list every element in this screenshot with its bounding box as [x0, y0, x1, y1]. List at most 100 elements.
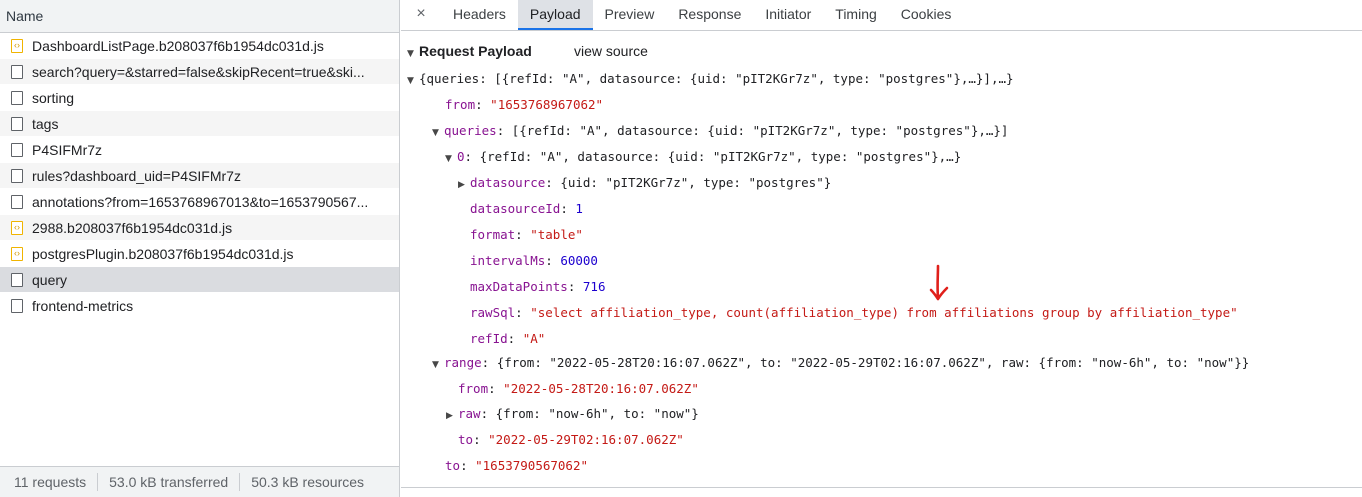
resources-size: 50.3 kB resources — [251, 474, 365, 490]
document-icon — [11, 142, 23, 157]
property-value: "table" — [530, 227, 583, 242]
document-icon — [11, 272, 23, 287]
view-source-link[interactable]: view source — [574, 38, 648, 64]
request-row[interactable]: DashboardListPage.b208037f6b1954dc031d.j… — [0, 33, 399, 59]
status-divider — [97, 473, 99, 491]
request-name: tags — [32, 115, 59, 132]
tab-timing[interactable]: Timing — [823, 0, 889, 30]
payload-query-0-row[interactable]: ▼ 0: {refId: "A", datasource: {uid: "pIT2… — [445, 144, 961, 170]
request-name: postgresPlugin.b208037f6b1954dc031d.js — [32, 245, 294, 262]
request-row[interactable]: rules?dashboard_uid=P4SIFMr7z — [0, 163, 399, 189]
triangle-down-icon: ▼ — [432, 360, 439, 370]
property-value: "2022-05-29T02:16:07.062Z" — [488, 432, 684, 447]
payload-datasourceid-row: datasourceId: 1 — [470, 201, 583, 216]
triangle-down-icon: ▼ — [407, 49, 414, 59]
document-icon — [11, 194, 23, 209]
annotation-arrow-icon — [929, 264, 949, 301]
request-row[interactable]: sorting — [0, 85, 399, 111]
request-name: sorting — [32, 89, 75, 106]
property-value: "2022-05-28T20:16:07.062Z" — [503, 381, 699, 396]
payload-maxdatapoints-row: maxDataPoints: 716 — [470, 279, 606, 294]
request-name: annotations?from=1653768967013&to=165379… — [32, 193, 369, 210]
payload-queries-row[interactable]: ▼ queries: [{refId: "A", datasource: {uid… — [432, 118, 1008, 144]
payload-intervalms-row: intervalMs: 60000 — [470, 253, 598, 268]
property-key: maxDataPoints — [470, 279, 568, 294]
request-name: P4SIFMr7z — [32, 141, 103, 158]
document-icon — [11, 64, 23, 79]
details-tab-bar: × Headers Payload Preview Response Initiator… — [401, 0, 1362, 31]
triangle-down-icon: ▼ — [432, 128, 439, 138]
payload-datasource-row[interactable]: ▶ datasource: {uid: "pIT2KGr7z", type: "p… — [458, 170, 831, 196]
js-file-icon — [11, 246, 23, 261]
tab-cookies[interactable]: Cookies — [889, 0, 964, 30]
property-value: {from: "now-6h", to: "now"} — [495, 406, 699, 421]
request-row[interactable]: 2988.b208037f6b1954dc031d.js — [0, 215, 399, 241]
property-value: 1 — [575, 201, 583, 216]
property-key: 0 — [457, 149, 465, 164]
request-name: rules?dashboard_uid=P4SIFMr7z — [32, 167, 241, 184]
triangle-right-icon: ▶ — [458, 180, 465, 190]
payload-rawsql-row: rawSql: "select affiliation_type, count(… — [470, 305, 1238, 320]
payload-to-row: to: "1653790567062" — [445, 458, 589, 473]
property-value: {uid: "pIT2KGr7z", type: "postgres"} — [560, 175, 832, 190]
property-value: "1653790567062" — [475, 458, 589, 473]
status-divider — [239, 473, 241, 491]
request-row[interactable]: P4SIFMr7z — [0, 137, 399, 163]
panel-divider — [401, 487, 1362, 488]
property-key: format — [470, 227, 516, 242]
request-row[interactable]: search?query=&starred=false&skipRecent=t… — [0, 59, 399, 85]
js-file-icon — [11, 38, 23, 53]
tab-preview[interactable]: Preview — [593, 0, 667, 30]
tab-headers[interactable]: Headers — [441, 0, 518, 30]
property-key: datasourceId — [470, 201, 561, 216]
triangle-down-icon: ▼ — [407, 76, 414, 86]
property-key: rawSql — [470, 305, 516, 320]
property-value: "1653768967062" — [490, 97, 604, 112]
payload-from-row: from: "1653768967062" — [445, 97, 604, 112]
triangle-down-icon: ▼ — [445, 154, 452, 164]
request-list: DashboardListPage.b208037f6b1954dc031d.j… — [0, 33, 399, 466]
property-value: {refId: "A", datasource: {uid: "pIT2KGr7… — [479, 149, 962, 164]
property-value: "select affiliation_type, count(affiliat… — [530, 305, 1238, 320]
payload-format-row: format: "table" — [470, 227, 583, 242]
payload-summary: {queries: [{refId: "A", datasource: {uid… — [419, 71, 1014, 86]
devtools-network-panel: Name DashboardListPage.b208037f6b1954dc0… — [0, 0, 1362, 497]
request-row[interactable]: tags — [0, 111, 399, 137]
request-row[interactable]: frontend-metrics — [0, 293, 399, 319]
request-payload-section-toggle[interactable]: ▼ Request Payload — [407, 38, 532, 64]
tab-response[interactable]: Response — [666, 0, 753, 30]
close-icon[interactable]: × — [411, 0, 431, 30]
tab-initiator[interactable]: Initiator — [753, 0, 823, 30]
property-key: from — [445, 97, 476, 112]
request-row[interactable]: annotations?from=1653768967013&to=165379… — [0, 189, 399, 215]
property-value: [{refId: "A", datasource: {uid: "pIT2KGr… — [511, 123, 1009, 138]
request-name: DashboardListPage.b208037f6b1954dc031d.j… — [32, 37, 324, 54]
property-key: datasource — [470, 175, 546, 190]
property-key: queries — [444, 123, 497, 138]
payload-range-row[interactable]: ▼ range: {from: "2022-05-28T20:16:07.062Z… — [432, 350, 1249, 376]
property-value: "A" — [522, 331, 546, 346]
payload-refid-row: refId: "A" — [470, 331, 546, 346]
section-title: Request Payload — [419, 43, 532, 59]
request-row[interactable]: postgresPlugin.b208037f6b1954dc031d.js — [0, 241, 399, 267]
tab-payload[interactable]: Payload — [517, 0, 593, 30]
network-status-bar: 11 requests 53.0 kB transferred 50.3 kB … — [0, 466, 399, 497]
transferred-size: 53.0 kB transferred — [109, 474, 229, 490]
document-icon — [11, 298, 23, 313]
request-row[interactable]: query — [0, 267, 399, 293]
js-file-icon — [11, 220, 23, 235]
document-icon — [11, 90, 23, 105]
request-name: frontend-metrics — [32, 297, 134, 314]
property-key: range — [444, 355, 482, 370]
request-name: search?query=&starred=false&skipRecent=t… — [32, 63, 365, 80]
name-column-header[interactable]: Name — [0, 0, 399, 33]
payload-raw-row[interactable]: ▶ raw: {from: "now-6h", to: "now"} — [446, 401, 699, 427]
payload-root-row[interactable]: ▼ {queries: [{refId: "A", datasource: {ui… — [407, 66, 1014, 92]
payload-range-to-row: to: "2022-05-29T02:16:07.062Z" — [458, 432, 684, 447]
request-name: query — [32, 271, 68, 288]
document-icon — [11, 168, 23, 183]
request-list-panel: Name DashboardListPage.b208037f6b1954dc0… — [0, 0, 400, 497]
property-value: 60000 — [560, 253, 598, 268]
property-key: to — [458, 432, 474, 447]
payload-view: ▼ Request Payload view source ▼ {queries: … — [401, 38, 1362, 497]
